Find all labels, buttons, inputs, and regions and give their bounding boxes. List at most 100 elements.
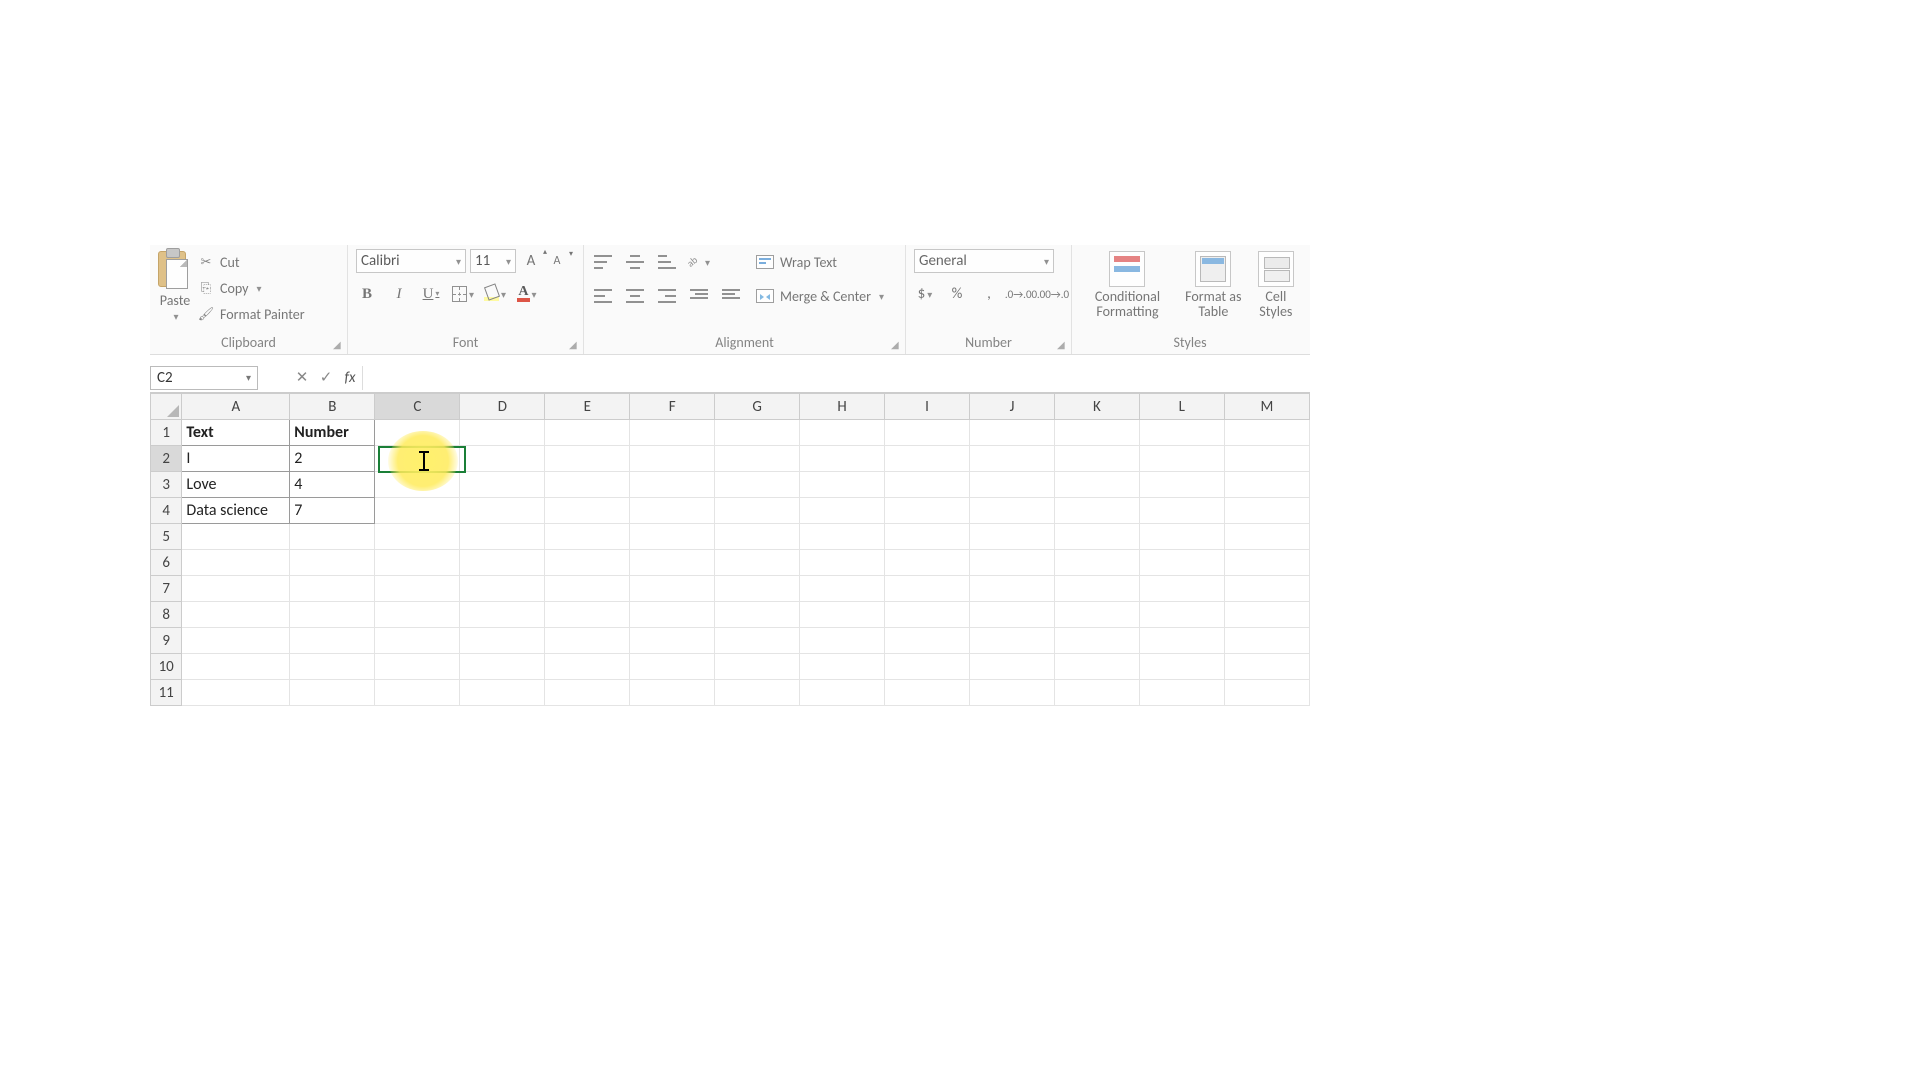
cell-C3[interactable] [375, 472, 460, 498]
merge-center-button[interactable]: Merge & Center ▾ [756, 285, 884, 307]
cell-K4[interactable] [1054, 498, 1139, 524]
cell-H8[interactable] [800, 602, 885, 628]
cell-E1[interactable] [545, 420, 630, 446]
cell-J7[interactable] [970, 576, 1055, 602]
column-header[interactable]: D [460, 394, 545, 420]
cell-I3[interactable] [885, 472, 970, 498]
cell-E4[interactable] [545, 498, 630, 524]
cell-I1[interactable] [885, 420, 970, 446]
cell-K3[interactable] [1054, 472, 1139, 498]
cell-I7[interactable] [885, 576, 970, 602]
cell-B9[interactable] [290, 628, 375, 654]
copy-button[interactable]: ⎘ Copy ▾ [198, 277, 305, 299]
cell-F3[interactable] [630, 472, 715, 498]
number-format-select[interactable]: General ▾ [914, 249, 1054, 273]
cell-C11[interactable] [375, 680, 460, 706]
cancel-edit-button[interactable]: ✕ [290, 366, 314, 390]
cell-K10[interactable] [1054, 654, 1139, 680]
column-header[interactable]: G [715, 394, 800, 420]
cell-I2[interactable] [885, 446, 970, 472]
cell-C5[interactable] [375, 524, 460, 550]
cell-M1[interactable] [1224, 420, 1309, 446]
cell-J9[interactable] [970, 628, 1055, 654]
cell-K9[interactable] [1054, 628, 1139, 654]
accounting-format-button[interactable]: $▾ [914, 283, 936, 305]
row-header[interactable]: 8 [151, 602, 182, 628]
cell-G3[interactable] [715, 472, 800, 498]
cell-B7[interactable] [290, 576, 375, 602]
font-name-select[interactable]: Calibri ▾ [356, 249, 466, 273]
align-left-button[interactable] [592, 285, 614, 307]
cell-M11[interactable] [1224, 680, 1309, 706]
cell-I8[interactable] [885, 602, 970, 628]
cell-M7[interactable] [1224, 576, 1309, 602]
cell-H11[interactable] [800, 680, 885, 706]
conditional-formatting-button[interactable]: Conditional Formatting [1080, 249, 1175, 320]
cell-J2[interactable] [970, 446, 1055, 472]
column-header[interactable]: I [885, 394, 970, 420]
cell-G9[interactable] [715, 628, 800, 654]
cell-D10[interactable] [460, 654, 545, 680]
cell-C10[interactable] [375, 654, 460, 680]
cell-K2[interactable] [1054, 446, 1139, 472]
row-header[interactable]: 3 [151, 472, 182, 498]
cell-L11[interactable] [1139, 680, 1224, 706]
cell-D3[interactable] [460, 472, 545, 498]
dialog-launcher-icon[interactable]: ◢ [891, 338, 903, 350]
cell-D11[interactable] [460, 680, 545, 706]
cell-D5[interactable] [460, 524, 545, 550]
cell-D9[interactable] [460, 628, 545, 654]
cell-L3[interactable] [1139, 472, 1224, 498]
decrease-font-button[interactable]: A▾ [546, 250, 568, 272]
cell-C4[interactable] [375, 498, 460, 524]
cell-D1[interactable] [460, 420, 545, 446]
cell-H10[interactable] [800, 654, 885, 680]
cell-G11[interactable] [715, 680, 800, 706]
cell-F6[interactable] [630, 550, 715, 576]
cell-B8[interactable] [290, 602, 375, 628]
cell-F7[interactable] [630, 576, 715, 602]
select-all-corner[interactable] [151, 394, 182, 420]
name-box[interactable]: C2 ▾ [150, 366, 258, 390]
cell-D8[interactable] [460, 602, 545, 628]
align-top-button[interactable] [592, 251, 614, 273]
cell-E8[interactable] [545, 602, 630, 628]
cell-styles-button[interactable]: Cell Styles [1252, 249, 1300, 320]
cell-L4[interactable] [1139, 498, 1224, 524]
cell-F9[interactable] [630, 628, 715, 654]
cell-F5[interactable] [630, 524, 715, 550]
cell-L9[interactable] [1139, 628, 1224, 654]
cell-H5[interactable] [800, 524, 885, 550]
cell-D2[interactable] [460, 446, 545, 472]
cell-A7[interactable] [182, 576, 290, 602]
cell-L5[interactable] [1139, 524, 1224, 550]
cell-L7[interactable] [1139, 576, 1224, 602]
cell-J11[interactable] [970, 680, 1055, 706]
cell-G5[interactable] [715, 524, 800, 550]
cell-A1[interactable]: Text [182, 420, 290, 446]
cell-E6[interactable] [545, 550, 630, 576]
cell-M6[interactable] [1224, 550, 1309, 576]
dialog-launcher-icon[interactable]: ◢ [333, 338, 345, 350]
cell-M9[interactable] [1224, 628, 1309, 654]
cell-F11[interactable] [630, 680, 715, 706]
cell-J3[interactable] [970, 472, 1055, 498]
cell-H4[interactable] [800, 498, 885, 524]
cell-K7[interactable] [1054, 576, 1139, 602]
paste-button[interactable]: Paste ▾ [158, 249, 192, 323]
cell-I5[interactable] [885, 524, 970, 550]
cell-C1[interactable] [375, 420, 460, 446]
column-header[interactable]: C [375, 394, 460, 420]
borders-button[interactable]: ▾ [452, 283, 474, 305]
cell-L10[interactable] [1139, 654, 1224, 680]
row-header[interactable]: 9 [151, 628, 182, 654]
cell-E9[interactable] [545, 628, 630, 654]
cell-I4[interactable] [885, 498, 970, 524]
decrease-indent-button[interactable] [688, 285, 710, 307]
cell-E7[interactable] [545, 576, 630, 602]
row-header[interactable]: 10 [151, 654, 182, 680]
cell-G6[interactable] [715, 550, 800, 576]
cell-B3[interactable]: 4 [290, 472, 375, 498]
column-header[interactable]: K [1054, 394, 1139, 420]
cell-M4[interactable] [1224, 498, 1309, 524]
